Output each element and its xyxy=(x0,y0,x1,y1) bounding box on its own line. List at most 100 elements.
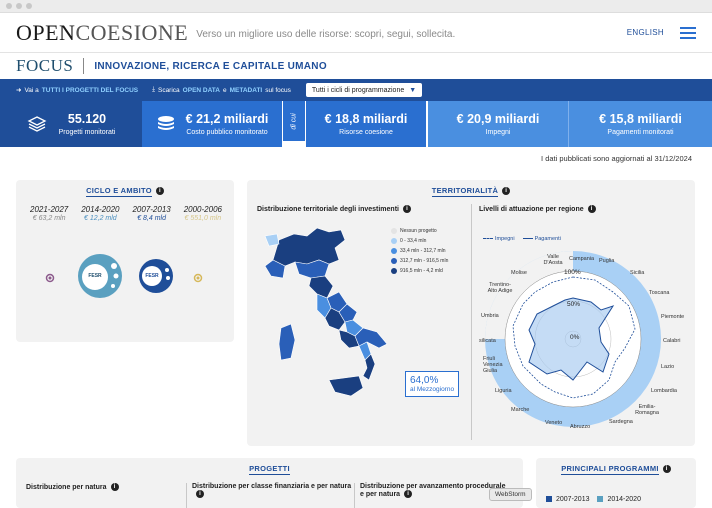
radar-region-label: Molise xyxy=(511,270,527,276)
stat-public-cost: € 21,2 miliardi Costo pubblico monitorat… xyxy=(142,101,282,147)
info-icon[interactable]: i xyxy=(110,483,119,491)
of-which-divider: di cui xyxy=(282,101,306,141)
hamburger-menu-icon[interactable] xyxy=(680,26,696,39)
site-tagline: Verso un migliore uso delle risorse: sco… xyxy=(196,29,456,40)
cycle-select-value: Tutti i cicli di programmazione xyxy=(311,86,405,94)
download-suffix-text: sul focus xyxy=(265,86,291,94)
focus-action-bar: ➜ Vai a TUTTI I PROGETTI DEL FOCUS ⤓ Sca… xyxy=(0,79,712,101)
cohesion-label: Risorse coesione xyxy=(339,129,393,136)
projects-col-nature: Distribuzione per natura i xyxy=(26,483,186,491)
italy-map[interactable] xyxy=(259,220,399,410)
radar-region-label: Valle D'Aosta xyxy=(543,254,563,266)
main-programs-card: PRINCIPALI PROGRAMMI i 2007-2013 2014-202… xyxy=(536,458,696,508)
of-which-label: di cui xyxy=(290,112,298,130)
info-icon[interactable]: i xyxy=(402,205,411,213)
cycle-amount: € 63,2 mln xyxy=(32,215,66,222)
map-legend-item: 0 - 33,4 mln xyxy=(391,236,448,246)
open-data-link[interactable]: OPEN DATA xyxy=(183,87,220,94)
programs-legend: 2007-2013 2014-2020 xyxy=(546,496,641,503)
window-minimize-dot[interactable] xyxy=(16,3,22,9)
window-maximize-dot[interactable] xyxy=(26,3,32,9)
radar-region-label: Emilia-Romagna xyxy=(635,404,659,416)
info-icon[interactable]: i xyxy=(587,205,596,213)
metadata-link[interactable]: METADATI xyxy=(230,87,263,94)
cycle-item[interactable]: 2021-2027 € 63,2 mln xyxy=(30,205,68,222)
radar-title-text: Livelli di attuazione per regione xyxy=(479,205,584,213)
projects-col-progress-text: Distribuzione per avanzamento procedural… xyxy=(360,483,506,498)
radar-legend-commit-label: Impegni xyxy=(495,236,515,242)
cycle-amount: € 8,4 mld xyxy=(137,215,166,222)
info-icon[interactable]: i xyxy=(155,187,164,196)
legend-label: Nessun progetto xyxy=(400,228,437,234)
radar-region-label: Liguria xyxy=(495,388,512,394)
stat-cohesion-resources: € 18,8 miliardi Risorse coesione xyxy=(306,101,426,147)
radar-region-label: Sicilia xyxy=(630,270,645,276)
radar-region-label: Lombardia xyxy=(651,388,677,394)
action-prefix-text: Vai a xyxy=(24,86,39,94)
radar-legend: Impegni Pagamenti xyxy=(483,236,561,242)
legend-label: 0 - 33,4 mln xyxy=(400,238,427,244)
cycle-item[interactable]: 2007-2013 € 8,4 mld xyxy=(132,205,170,222)
cycle-item[interactable]: 2014-2020 € 12,2 mld xyxy=(81,205,119,222)
projects-count: 55.120 xyxy=(67,112,107,126)
radar-region-label: Piemonte xyxy=(661,314,685,320)
language-switch-link[interactable]: ENGLISH xyxy=(627,28,664,37)
cycle-year: 2007-2013 xyxy=(132,205,171,214)
info-icon[interactable]: i xyxy=(502,187,511,196)
radar-region-label: Trentino-Alto Adige xyxy=(487,282,513,294)
radar-region-label: Veneto xyxy=(545,420,563,426)
cycle-list: 2021-2027 € 63,2 mln 2014-2020 € 12,2 mld … xyxy=(16,197,234,222)
cohesion-value: € 18,8 miliardi xyxy=(324,112,408,126)
radar-ring-label: 100% xyxy=(564,269,581,276)
radar-region-label: Abruzzo xyxy=(570,424,591,430)
focus-title-bar: FOCUS INNOVAZIONE, RICERCA E CAPITALE UM… xyxy=(0,53,712,79)
projects-col-class: Distribuzione per classe finanziaria e p… xyxy=(192,483,352,498)
map-legend-item: 916,5 mln - 4,2 mld xyxy=(391,266,448,276)
projects-col-nature-text: Distribuzione per natura xyxy=(26,483,107,491)
logo-bold-text: OPEN xyxy=(16,19,76,45)
projects-col-class-text: Distribuzione per classe finanziaria e p… xyxy=(192,483,352,490)
stat-payments: € 15,8 miliardi Pagamenti monitorati xyxy=(568,101,712,147)
territory-card: TERRITORIALITÀ i Distribuzione territoria… xyxy=(247,180,695,446)
map-section-title: Distribuzione territoriale degli investi… xyxy=(257,205,411,213)
all-projects-link[interactable]: TUTTI I PROGETTI DEL FOCUS xyxy=(42,87,138,94)
info-icon[interactable]: i xyxy=(404,490,413,498)
radar-region-label: silicata xyxy=(479,338,496,344)
stat-projects: 55.120 Progetti monitorati xyxy=(0,101,142,147)
radar-legend-pay-label: Pagamenti xyxy=(534,236,561,242)
download-icon: ⤓ xyxy=(152,86,155,93)
arrow-right-icon: ➜ xyxy=(16,87,22,94)
programs-card-title: PRINCIPALI PROGRAMMI i xyxy=(536,458,696,475)
commitments-label: Impegni xyxy=(485,129,511,136)
programs-legend-label: 2014-2020 xyxy=(607,496,641,503)
info-icon[interactable]: i xyxy=(196,490,204,498)
radar-region-label: Puglia xyxy=(599,258,615,264)
radar-legend-commit: Impegni xyxy=(483,236,515,242)
payments-value: € 15,8 miliardi xyxy=(599,112,682,126)
radar-legend-pay: Pagamenti xyxy=(522,236,561,242)
stats-strip: 55.120 Progetti monitorati € 21,2 miliar… xyxy=(0,101,712,147)
south-share-box: 64,0% al Mezzogiorno xyxy=(405,371,460,397)
window-close-dot[interactable] xyxy=(6,3,12,9)
payments-label: Pagamenti monitorati xyxy=(607,129,674,136)
app-tooltip: WebStorm xyxy=(489,488,532,501)
cycle-year: 2021-2027 xyxy=(30,205,69,214)
cycle-bubble-chart xyxy=(45,254,203,298)
projects-card-title: PROGETTI xyxy=(16,458,523,475)
coins-icon xyxy=(157,116,174,130)
cycle-item[interactable]: 2000-2006 € 551,0 mln xyxy=(184,205,222,222)
projects-card: PROGETTI Distribuzione per natura i Distr… xyxy=(16,458,523,508)
programs-legend-item[interactable]: 2007-2013 xyxy=(546,496,589,503)
chevron-down-icon: ▼ xyxy=(409,86,417,94)
programs-legend-item[interactable]: 2014-2020 xyxy=(597,496,641,503)
projects-card-title-text: PROGETTI xyxy=(249,464,290,475)
site-logo[interactable]: OPENCOESIONE xyxy=(16,20,188,46)
map-legend: Nessun progetto 0 - 33,4 mln 33,4 mln - … xyxy=(391,226,448,276)
cycle-select-dropdown[interactable]: Tutti i cicli di programmazione ▼ xyxy=(305,83,423,97)
browser-window: OPENCOESIONE Verso un migliore uso delle… xyxy=(0,0,712,508)
programs-legend-label: 2007-2013 xyxy=(556,496,590,503)
focus-topic-title: INNOVAZIONE, RICERCA E CAPITALE UMANO xyxy=(94,60,327,72)
cycle-amount: € 12,2 mld xyxy=(84,215,117,222)
info-icon[interactable]: i xyxy=(662,465,671,474)
focus-divider xyxy=(83,58,85,74)
